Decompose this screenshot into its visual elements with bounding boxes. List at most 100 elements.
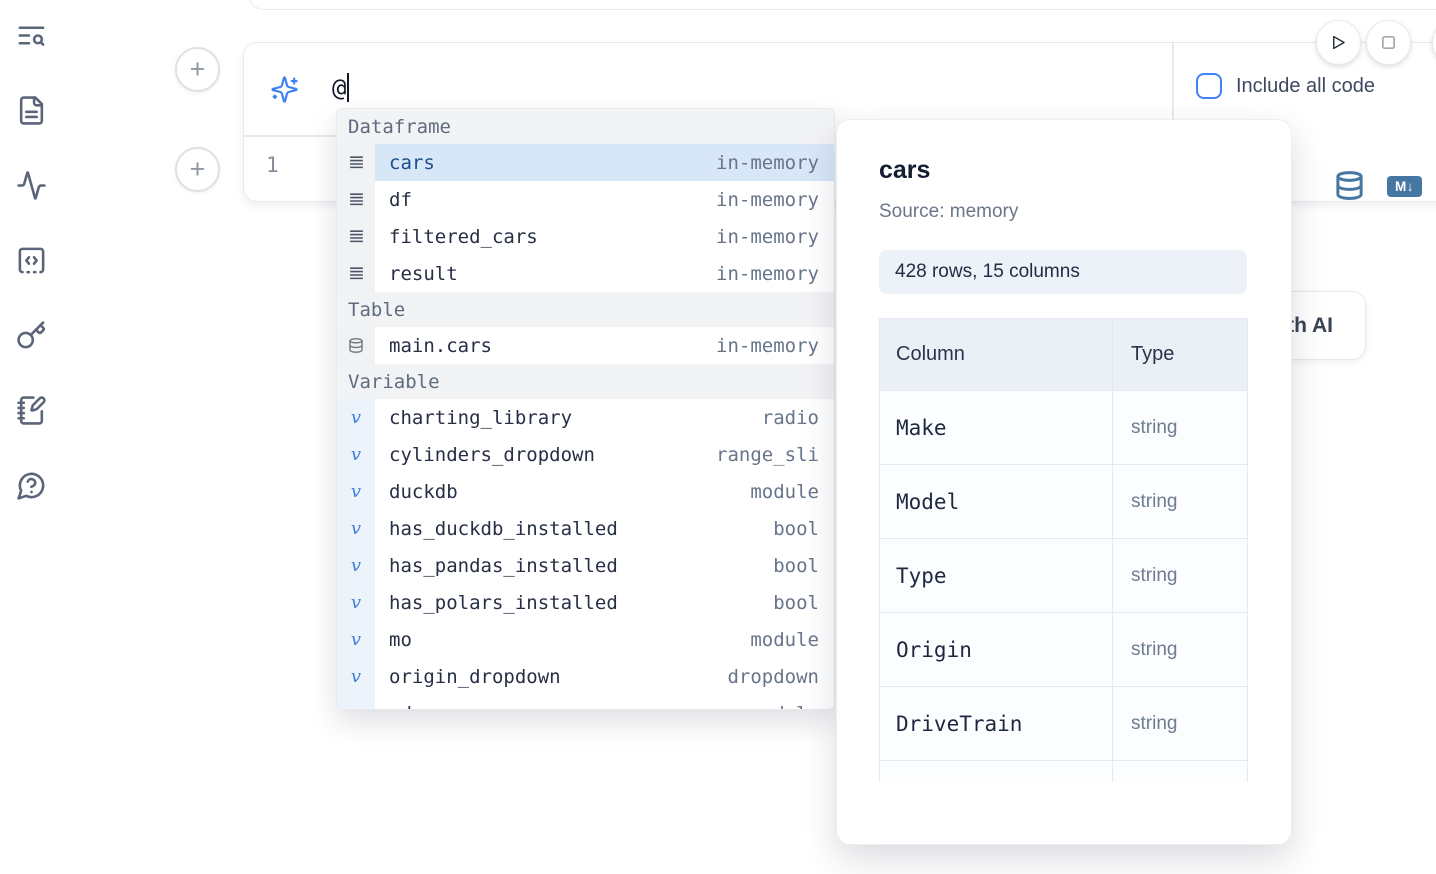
schema-header-row: ColumnType: [880, 319, 1247, 391]
item-type: in-memory: [716, 189, 834, 211]
add-cell-button-bottom[interactable]: +: [175, 147, 220, 192]
schema-column-type: string: [1113, 391, 1247, 464]
item-type: radio: [762, 407, 834, 429]
previous-cell-edge: [248, 0, 1436, 10]
sparkles-ai-icon: [270, 75, 299, 104]
variable-icon: v: [337, 436, 375, 473]
database-icon[interactable]: [1334, 170, 1365, 203]
text-search-icon[interactable]: [14, 18, 48, 52]
item-name: main.cars: [375, 335, 492, 357]
item-name: has_duckdb_installed: [375, 518, 618, 540]
run-cell-button[interactable]: [1316, 20, 1361, 65]
scratchpad-icon[interactable]: [14, 393, 48, 427]
dataframe-icon: [337, 255, 375, 292]
item-name: cars: [375, 152, 435, 174]
item-name: has_pandas_installed: [375, 555, 618, 577]
autocomplete-item-df[interactable]: df in-memory: [337, 181, 834, 218]
autocomplete-item-cylinders_dropdown[interactable]: vcylinders_dropdown range_sli: [337, 436, 834, 473]
item-type: in-memory: [716, 263, 834, 285]
preview-shape-badge: 428 rows, 15 columns: [879, 250, 1247, 294]
add-cell-button-top[interactable]: +: [175, 47, 220, 92]
item-name: mo: [375, 629, 412, 651]
stop-button[interactable]: [1366, 20, 1411, 65]
autocomplete-item-origin_dropdown[interactable]: vorigin_dropdown dropdown: [337, 658, 834, 695]
autocomplete-item-pd[interactable]: vpd module: [337, 695, 834, 710]
item-name: has_polars_installed: [375, 592, 618, 614]
item-name: cylinders_dropdown: [375, 444, 595, 466]
include-all-code-checkbox[interactable]: [1196, 73, 1222, 99]
autocomplete-item-has_duckdb_installed[interactable]: vhas_duckdb_installed bool: [337, 510, 834, 547]
schema-row-Type: Typestring: [880, 539, 1247, 613]
variable-icon: v: [337, 399, 375, 436]
schema-column-name: DriveTrain: [880, 687, 1113, 760]
item-name: filtered_cars: [375, 226, 538, 248]
variable-icon: v: [337, 473, 375, 510]
line-number: 1: [266, 153, 279, 177]
autocomplete-item-charting_library[interactable]: vcharting_library radio: [337, 399, 834, 436]
item-type: bool: [773, 555, 834, 577]
code-snippet-icon[interactable]: [14, 243, 48, 277]
activity-icon[interactable]: [14, 168, 48, 202]
preview-title: cars: [879, 156, 1249, 185]
item-name: charting_library: [375, 407, 572, 429]
item-name: pd: [375, 703, 412, 711]
item-type: in-memory: [716, 335, 834, 357]
dataframe-icon: [337, 144, 375, 181]
schema-row-DriveTrain: DriveTrainstring: [880, 687, 1247, 761]
item-type: in-memory: [716, 226, 834, 248]
variable-icon: v: [337, 510, 375, 547]
schema-column-name: Make: [880, 391, 1113, 464]
autocomplete-item-mo[interactable]: vmo module: [337, 621, 834, 658]
item-name: result: [375, 263, 458, 285]
autocomplete-item-has_pandas_installed[interactable]: vhas_pandas_installed bool: [337, 547, 834, 584]
include-all-code-panel: Include all code: [1196, 73, 1375, 99]
item-type: range_sli: [716, 444, 834, 466]
dataframe-preview-popover: cars Source: memory 428 rows, 15 columns…: [836, 119, 1292, 845]
schema-row-Origin: Originstring: [880, 613, 1247, 687]
schema-column-type: string: [1113, 539, 1247, 612]
item-name: duckdb: [375, 481, 458, 503]
file-document-icon[interactable]: [14, 93, 48, 127]
variable-icon: v: [337, 695, 375, 710]
item-type: module: [750, 629, 834, 651]
variable-icon: v: [337, 584, 375, 621]
schema-row-Model: Modelstring: [880, 465, 1247, 539]
autocomplete-section-header: Variable: [337, 364, 834, 399]
variable-icon: v: [337, 621, 375, 658]
item-name: df: [375, 189, 412, 211]
item-name: origin_dropdown: [375, 666, 561, 688]
schema-header-type: Type: [1113, 319, 1247, 390]
autocomplete-dropdown: Dataframecarsin-memorydfin-memoryfiltere…: [336, 108, 835, 710]
item-type: in-memory: [716, 152, 834, 174]
item-type: bool: [773, 592, 834, 614]
text-cursor: [347, 73, 349, 102]
variable-icon: v: [337, 658, 375, 695]
help-chat-icon[interactable]: [14, 468, 48, 502]
autocomplete-item-filtered_cars[interactable]: filtered_cars in-memory: [337, 218, 834, 255]
schema-header-column: Column: [880, 319, 1113, 390]
schema-column-name: Origin: [880, 613, 1113, 686]
schema-row-partial: [880, 761, 1247, 782]
key-icon[interactable]: [14, 318, 48, 352]
autocomplete-item-duckdb[interactable]: vduckdb module: [337, 473, 834, 510]
sidebar: [14, 18, 62, 502]
markdown-export-icon[interactable]: M↓: [1387, 176, 1422, 197]
dataframe-icon: [337, 181, 375, 218]
schema-column-name: Type: [880, 539, 1113, 612]
item-type: module: [750, 703, 834, 711]
preview-schema-table: ColumnTypeMakestringModelstringTypestrin…: [879, 318, 1248, 782]
autocomplete-section-header: Table: [337, 292, 834, 327]
item-type: module: [750, 481, 834, 503]
include-all-code-label: Include all code: [1236, 75, 1375, 98]
variable-icon: v: [337, 547, 375, 584]
item-type: dropdown: [727, 666, 834, 688]
database-icon: [337, 327, 375, 364]
schema-column-type: string: [1113, 465, 1247, 538]
autocomplete-item-main.cars[interactable]: main.cars in-memory: [337, 327, 834, 364]
autocomplete-item-cars[interactable]: cars in-memory: [337, 144, 834, 181]
autocomplete-item-result[interactable]: result in-memory: [337, 255, 834, 292]
cell-output-icons: M↓: [1334, 170, 1422, 203]
marimo-notebook: + + @ Include all code 1 M↓ Generate wit…: [0, 0, 1436, 874]
autocomplete-item-has_polars_installed[interactable]: vhas_polars_installed bool: [337, 584, 834, 621]
item-type: bool: [773, 518, 834, 540]
